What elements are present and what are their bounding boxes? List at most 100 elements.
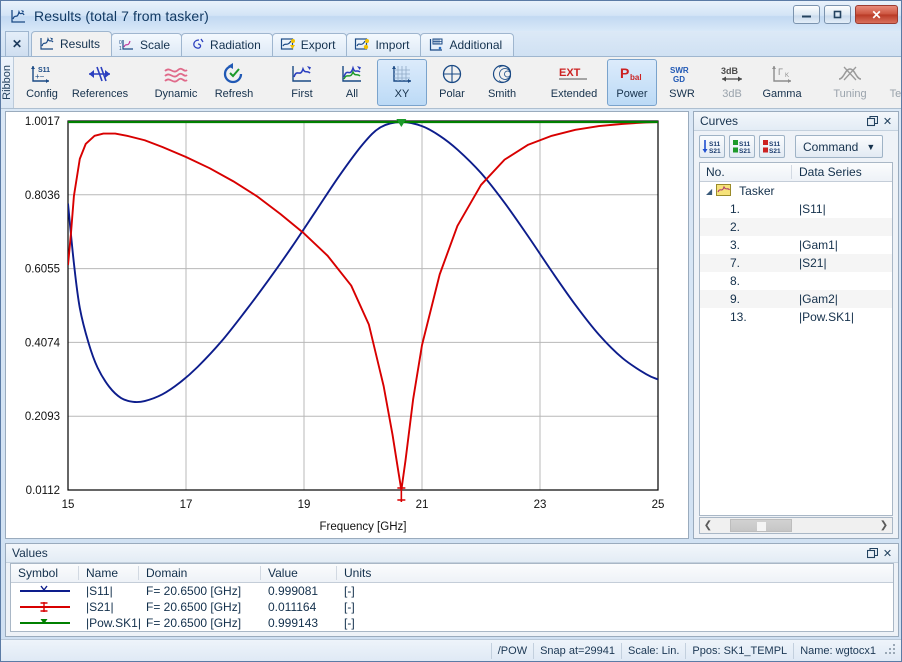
scroll-thumb[interactable] [730, 519, 792, 532]
ribbon-button-label: All [345, 88, 359, 100]
import-icon [354, 37, 370, 53]
additional-icon [428, 37, 444, 53]
scroll-right-icon[interactable]: ❯ [877, 520, 891, 531]
ribbon-button-xy[interactable]: XY [377, 59, 427, 106]
resize-grip-icon[interactable] [884, 643, 900, 659]
scroll-left-icon[interactable]: ❮ [701, 520, 715, 531]
minimize-button[interactable] [793, 5, 820, 24]
series-value: 0.999081 [268, 584, 319, 598]
ribbon-button-references[interactable]: References [67, 59, 133, 106]
value-row[interactable]: |S21| F= 20.6500 [GHz] 0.011164 [-] [11, 599, 893, 615]
values-panel-title: Values [12, 546, 48, 560]
three-db-icon: 3dB [718, 62, 746, 88]
curve-series: |Gam2| [799, 292, 838, 306]
series-units: [-] [344, 584, 355, 598]
command-dropdown[interactable]: Command ▼ [795, 135, 884, 158]
values-grid-body: |S11| F= 20.6500 [GHz] 0.999081 [-] |S21| F= … [11, 583, 893, 631]
ribbon-button-gamma[interactable]: Γ K Gamma [757, 59, 807, 106]
radiation-icon [189, 37, 205, 53]
ribbon-button-first[interactable]: First [277, 59, 327, 106]
ribbon-button-label: 3dB [722, 88, 742, 100]
float-icon[interactable] [865, 546, 880, 561]
ribbon-button-label: Gamma [762, 88, 802, 100]
curve-no: 13. [730, 310, 747, 324]
window-controls: ✕ [793, 5, 898, 24]
results-window: Results (total 7 from tasker) ✕ ✕ Result… [0, 0, 902, 662]
ribbon-button-refresh[interactable]: Refresh [205, 59, 263, 106]
ribbon-collapse-button[interactable]: ✕ [5, 31, 29, 56]
curve-row[interactable]: 7. |S21| [700, 254, 892, 272]
tree-root-row[interactable]: ◢ Tasker [700, 182, 892, 200]
curves-horizontal-scrollbar[interactable]: ❮ ❯ [699, 517, 893, 534]
ribbon-button-config[interactable]: S11 +− Config [17, 59, 67, 106]
ribbon-group-config: S11 +− Config References [14, 57, 136, 108]
ribbon-button-label: Extended [550, 88, 598, 100]
curve-no: 1. [730, 202, 741, 216]
tab-additional[interactable]: Additional [420, 33, 515, 56]
ribbon-button-tuning[interactable]: Tuning [821, 59, 879, 106]
tab-results[interactable]: Results [31, 31, 113, 56]
template-icon [898, 62, 901, 88]
svg-text:K: K [785, 73, 789, 79]
ribbon-button-label: Tuning [833, 88, 867, 100]
status-cell: /POW [490, 642, 533, 659]
svg-text:P: P [620, 65, 629, 81]
close-button[interactable]: ✕ [855, 5, 898, 24]
values-grid-header: Symbol Name Domain Value Units [11, 564, 893, 583]
column-header-symbol: Symbol [11, 566, 79, 580]
ribbon-button-extended[interactable]: EXT Extended [541, 59, 607, 106]
curves-grid-body: ◢ Tasker 1. |S11| 2. 3. |Gam1| 7. |S21| 8. 9. |Gam2… [700, 182, 892, 515]
curve-series: |S21| [799, 256, 827, 270]
tab-import[interactable]: Import [346, 33, 422, 56]
tab-label: Import [375, 38, 410, 52]
values-panel: Values ✕ Symbol Name Domain Value Units … [5, 543, 899, 637]
curve-row[interactable]: 13. |Pow.SK1| [700, 308, 892, 326]
ribbon-button-swr[interactable]: SWR GD SWR [657, 59, 707, 106]
ribbon-button-power[interactable]: P bal Power [607, 59, 657, 106]
curve-row[interactable]: 3. |Gam1| [700, 236, 892, 254]
column-header-units: Units [344, 566, 372, 580]
uncheck-s11-s21-icon[interactable]: S11 S21 [759, 135, 785, 158]
close-icon[interactable]: ✕ [880, 114, 895, 129]
ribbon-button-smith[interactable]: Smith [477, 59, 527, 106]
curve-row[interactable]: 1. |S11| [700, 200, 892, 218]
status-bar: /POW Snap at=29941 Scale: Lin. Ppos: SK1_TE… [1, 639, 901, 661]
status-cell: Name: wgtocx1 [793, 642, 882, 659]
value-row[interactable]: |Pow.SK1| F= 20.6500 [GHz] 0.999143 [-] [11, 615, 893, 631]
ribbon-button-all[interactable]: All [327, 59, 377, 106]
marker-s21[interactable] [397, 486, 406, 502]
ribbon-group-analysis: EXT Extended P bal Power SWR GD SWR 3dB … [538, 57, 810, 108]
ribbon-button-label: XY [394, 88, 410, 100]
check-s11-s21-icon[interactable]: S11 S21 [729, 135, 755, 158]
series-units: [-] [344, 600, 355, 614]
svg-text:SWR: SWR [670, 66, 689, 75]
expander-icon[interactable]: ◢ [706, 187, 712, 196]
xy-plot[interactable]: 1.0017 0.8036 0.6055 0.4074 0.2093 0.011215 17… [6, 112, 688, 538]
tab-radiation[interactable]: Radiation [181, 33, 273, 56]
curves-grid[interactable]: No. Data Series ◢ Tasker 1. |S11| 2. 3. |Gam1|… [699, 162, 893, 516]
maximize-button[interactable] [824, 5, 851, 24]
tab-scale[interactable]: 0 1 Scale [111, 33, 183, 56]
ribbon-button-polar[interactable]: Polar [427, 59, 477, 106]
values-grid[interactable]: Symbol Name Domain Value Units |S11| F= 2… [10, 563, 894, 632]
config-s11-icon: S11 +− [29, 62, 55, 88]
insert-s11-s21-icon[interactable]: S11 S21 [699, 135, 725, 158]
curve-row[interactable]: 9. |Gam2| [700, 290, 892, 308]
value-row[interactable]: |S11| F= 20.6500 [GHz] 0.999081 [-] [11, 583, 893, 599]
plot-pane[interactable]: 1.0017 0.8036 0.6055 0.4074 0.2093 0.0112 15 17… [5, 111, 689, 539]
ribbon-button-dynamic[interactable]: Dynamic [147, 59, 205, 106]
curve-row[interactable]: 2. [700, 218, 892, 236]
ribbon-button-template[interactable]: Template [879, 59, 901, 106]
svg-text:Γ: Γ [778, 67, 783, 77]
x-axis-tick-label: 21 [416, 499, 429, 511]
svg-text:+−: +− [35, 72, 45, 81]
curve-row[interactable]: 8. [700, 272, 892, 290]
scroll-track[interactable] [715, 519, 877, 532]
close-icon[interactable]: ✕ [880, 546, 895, 561]
tab-export[interactable]: Export [271, 33, 348, 56]
series-value: 0.011164 [268, 600, 317, 614]
float-icon[interactable] [865, 114, 880, 129]
ribbon-toolbar: Ribbon S11 +− Config References Dynamic … [1, 56, 901, 109]
ribbon-button-label: Config [26, 88, 58, 100]
ribbon-button-3db[interactable]: 3dB 3dB [707, 59, 757, 106]
